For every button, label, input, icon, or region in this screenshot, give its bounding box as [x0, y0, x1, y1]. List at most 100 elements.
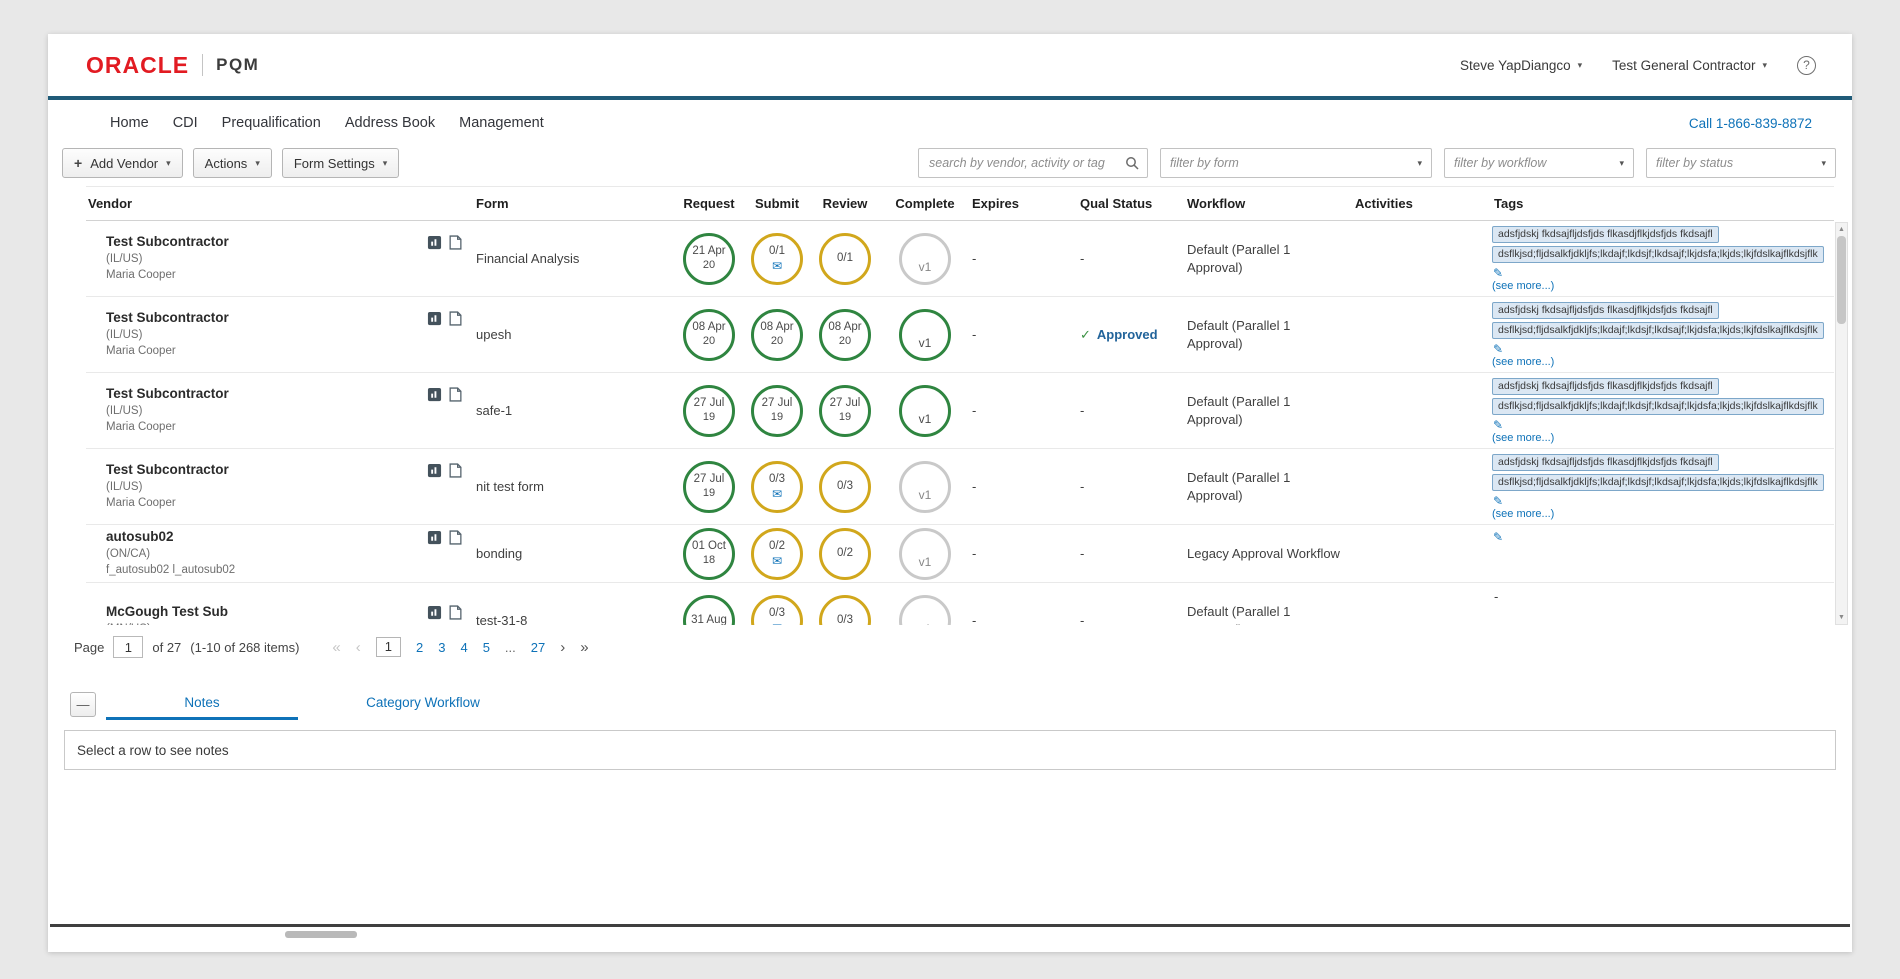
request-status-circle[interactable]: 08 Apr20 [683, 309, 735, 361]
page-link[interactable]: 2 [416, 640, 423, 655]
vendor-document-icon[interactable] [449, 311, 462, 326]
help-icon[interactable]: ? [1797, 56, 1816, 75]
vendor-name[interactable]: Test Subcontractor [106, 234, 421, 251]
submit-status-circle[interactable]: 0/3 ✉ [751, 461, 803, 513]
complete-status-circle[interactable]: v1 [899, 528, 951, 580]
complete-status-circle[interactable]: v1 [899, 233, 951, 285]
tag-chip[interactable]: dsflkjsd;fljdsalkfjdkljfs;lkdajf;lkdsjf;… [1492, 398, 1824, 415]
vendor-name[interactable]: McGough Test Sub [106, 604, 421, 621]
filter-by-workflow-dropdown[interactable]: filter by workflow ▾ [1444, 148, 1634, 178]
column-header-complete[interactable]: Complete [880, 196, 970, 211]
page-link[interactable]: 5 [483, 640, 490, 655]
tag-chip[interactable]: dsflkjsd;fljdsalkfjdkljfs;lkdajf;lkdsjf;… [1492, 474, 1824, 491]
call-phone-link[interactable]: Call 1-866-839-8872 [1689, 116, 1812, 131]
scroll-down-icon[interactable]: ▼ [1838, 611, 1845, 624]
submit-status-circle[interactable]: 27 Jul19 [751, 385, 803, 437]
vendor-name[interactable]: Test Subcontractor [106, 462, 421, 479]
page-link[interactable]: 4 [460, 640, 467, 655]
actions-button[interactable]: Actions ▾ [193, 148, 272, 178]
tag-chip[interactable]: adsfjdskj fkdsajfljdsfjds flkasdjflkjdsf… [1492, 302, 1719, 319]
vertical-scrollbar[interactable]: ▲ ▼ [1835, 222, 1848, 625]
request-status-circle[interactable]: 31 Aug [683, 595, 735, 626]
page-number-input[interactable] [113, 636, 143, 658]
vendor-document-icon[interactable] [449, 530, 462, 545]
review-status-circle[interactable]: 0/3 [819, 595, 871, 626]
previous-page-icon[interactable]: ‹ [356, 640, 361, 655]
column-header-expires[interactable]: Expires [970, 196, 1078, 211]
tag-chip[interactable]: dsflkjsd;fljdsalkfjdkljfs;lkdajf;lkdsjf;… [1492, 322, 1824, 339]
tag-chip[interactable]: adsfjdskj fkdsajfljdsfjds flkasdjflkjdsf… [1492, 454, 1719, 471]
nav-item-management[interactable]: Management [459, 115, 544, 131]
nav-item-address-book[interactable]: Address Book [345, 115, 435, 131]
nav-item-cdi[interactable]: CDI [173, 115, 198, 131]
vendor-scorecard-icon[interactable] [427, 530, 442, 545]
column-header-request[interactable]: Request [674, 196, 744, 211]
request-status-circle[interactable]: 27 Jul19 [683, 385, 735, 437]
edit-tags-icon[interactable]: ✎ [1493, 531, 1503, 543]
envelope-icon[interactable]: ✉ [772, 622, 782, 625]
vendor-scorecard-icon[interactable] [427, 311, 442, 326]
see-more-link[interactable]: (see more...) [1492, 508, 1554, 520]
table-row[interactable]: Test Subcontractor (IL/US) Maria Cooper … [86, 449, 1834, 525]
table-row[interactable]: Test Subcontractor (IL/US) Maria Cooper … [86, 297, 1834, 373]
edit-tags-icon[interactable]: ✎ [1493, 343, 1503, 355]
column-header-form[interactable]: Form [474, 196, 674, 211]
org-menu[interactable]: Test General Contractor ▾ [1612, 58, 1767, 73]
filter-by-status-dropdown[interactable]: filter by status ▾ [1646, 148, 1836, 178]
column-header-review[interactable]: Review [810, 196, 880, 211]
submit-status-circle[interactable]: 0/3 ✉ [751, 595, 803, 626]
vendor-scorecard-icon[interactable] [427, 463, 442, 478]
complete-status-circle[interactable]: v1 [899, 595, 951, 626]
form-settings-button[interactable]: Form Settings ▾ [282, 148, 399, 178]
review-status-circle[interactable]: 0/1 [819, 233, 871, 285]
tab-notes[interactable]: Notes [106, 687, 298, 720]
request-status-circle[interactable]: 27 Jul19 [683, 461, 735, 513]
vendor-document-icon[interactable] [449, 235, 462, 250]
tag-chip[interactable]: dsflkjsd;fljdsalkfjdkljfs;lkdajf;lkdsjf;… [1492, 246, 1824, 263]
see-more-link[interactable]: (see more...) [1492, 432, 1554, 444]
envelope-icon[interactable]: ✉ [772, 488, 782, 500]
envelope-icon[interactable]: ✉ [772, 555, 782, 567]
vendor-scorecard-icon[interactable] [427, 387, 442, 402]
complete-status-circle[interactable]: v1 [899, 461, 951, 513]
submit-status-circle[interactable]: 08 Apr20 [751, 309, 803, 361]
horizontal-scrollbar-thumb[interactable] [285, 931, 357, 938]
next-page-icon[interactable]: › [560, 640, 565, 655]
user-menu[interactable]: Steve YapDiangco ▾ [1460, 58, 1582, 73]
edit-tags-icon[interactable]: ✎ [1493, 419, 1503, 431]
complete-status-circle[interactable]: v1 [899, 385, 951, 437]
column-header-workflow[interactable]: Workflow [1185, 196, 1353, 211]
review-status-circle[interactable]: 08 Apr20 [819, 309, 871, 361]
edit-tags-icon[interactable]: ✎ [1493, 267, 1503, 279]
column-header-vendor[interactable]: Vendor [86, 196, 474, 211]
column-header-submit[interactable]: Submit [744, 196, 810, 211]
page-current[interactable]: 1 [376, 637, 401, 657]
nav-item-prequalification[interactable]: Prequalification [222, 115, 321, 131]
scrollbar-thumb[interactable] [1837, 236, 1846, 324]
tag-chip[interactable]: adsfjdskj fkdsajfljdsfjds flkasdjflkjdsf… [1492, 378, 1719, 395]
add-vendor-button[interactable]: + Add Vendor ▾ [62, 148, 183, 178]
search-icon[interactable] [1125, 156, 1139, 170]
table-row[interactable]: McGough Test Sub (MN/US) test-31-8 31 Au… [86, 583, 1834, 625]
qual-status-value[interactable]: Approved [1097, 327, 1158, 342]
page-link[interactable]: 27 [531, 640, 545, 655]
review-status-circle[interactable]: 0/2 [819, 528, 871, 580]
collapse-panel-button[interactable]: — [70, 692, 96, 717]
column-header-qual-status[interactable]: Qual Status [1078, 196, 1185, 211]
see-more-link[interactable]: (see more...) [1492, 280, 1554, 292]
horizontal-scrollbar[interactable] [50, 931, 1850, 939]
vendor-scorecard-icon[interactable] [427, 235, 442, 250]
vendor-document-icon[interactable] [449, 605, 462, 620]
scroll-up-icon[interactable]: ▲ [1838, 223, 1845, 236]
vendor-document-icon[interactable] [449, 463, 462, 478]
complete-status-circle[interactable]: v1 [899, 309, 951, 361]
envelope-icon[interactable]: ✉ [772, 260, 782, 272]
filter-by-form-dropdown[interactable]: filter by form ▾ [1160, 148, 1432, 178]
vendor-name[interactable]: autosub02 [106, 529, 421, 546]
request-status-circle[interactable]: 01 Oct18 [683, 528, 735, 580]
submit-status-circle[interactable]: 0/1 ✉ [751, 233, 803, 285]
table-row[interactable]: Test Subcontractor (IL/US) Maria Cooper … [86, 373, 1834, 449]
nav-item-home[interactable]: Home [110, 115, 149, 131]
see-more-link[interactable]: (see more...) [1492, 356, 1554, 368]
column-header-activities[interactable]: Activities [1353, 196, 1492, 211]
